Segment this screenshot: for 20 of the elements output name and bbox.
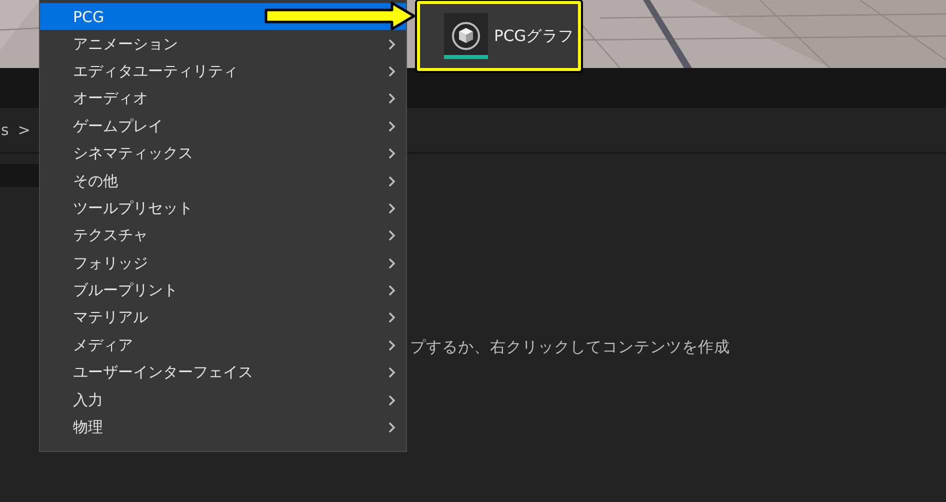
breadcrumb-separator: > [18,121,30,139]
menu-item[interactable]: 物理 [40,414,406,442]
empty-message: プするか、右クリックしてコンテンツを作成 [410,337,730,358]
menu-item[interactable]: ブループリント [40,276,406,304]
menu-item[interactable]: メディア [40,332,406,360]
cube-icon [444,13,488,59]
menu-item[interactable]: フォリッジ [40,250,406,277]
menu-item[interactable]: ゲームプレイ [40,112,406,140]
menu-item[interactable]: エディタユーティリティ [40,58,406,86]
submenu-item[interactable]: PCGグラフ [444,13,574,59]
menu-item[interactable]: オーディオ [40,85,406,113]
menu-item[interactable]: シネマティックス [40,140,406,168]
menu-item[interactable]: ユーザーインターフェイス [40,359,406,386]
menu-item[interactable]: マテリアル [40,304,406,332]
menu-item[interactable]: アニメーション [40,30,406,58]
menu-item[interactable]: テクスチャ [40,222,406,250]
breadcrumb-text[interactable]: s [1,121,9,139]
menu-item[interactable]: ツールプリセット [40,194,406,222]
menu-item[interactable]: 入力 [40,386,406,414]
menu-item[interactable]: その他 [40,167,406,195]
